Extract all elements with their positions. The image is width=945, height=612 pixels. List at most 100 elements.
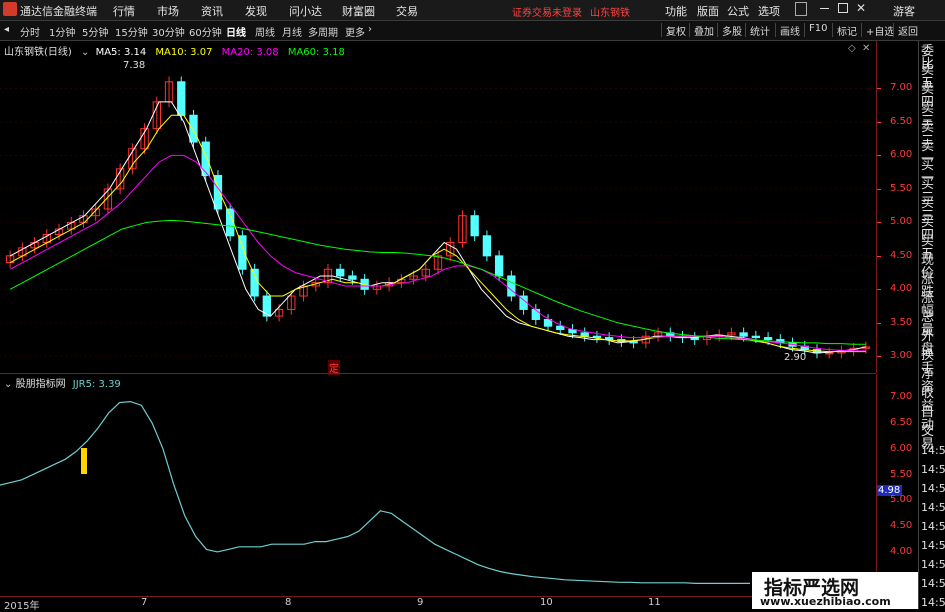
main-y-tick: 4.50 <box>890 249 913 261</box>
menu-bar: 通达信金融终端 行情 市场 资讯 发现 问小达 财富圈 交易 证券交易未登录 山… <box>0 0 945 21</box>
button-add-watchlist[interactable]: +自选 <box>861 23 894 38</box>
diamond-icon[interactable]: ◇ <box>848 43 856 54</box>
candle-body <box>507 275 516 297</box>
button-statistics[interactable]: 统计 <box>745 23 770 38</box>
watermark: 指标严选网 www.xuezhibiao.com <box>752 572 918 609</box>
main-y-tick-mark <box>877 322 881 324</box>
indicator-y-tick: 4.00 <box>890 545 913 557</box>
button-back[interactable]: 返回 <box>893 23 918 38</box>
indicator-y-axis: 7.006.506.005.505.004.504.003.50 <box>876 374 919 596</box>
ma5-line <box>9 101 866 354</box>
tab-period-15min[interactable]: 15分钟 <box>115 24 148 39</box>
tab-period-multi[interactable]: 多周期 <box>308 24 338 39</box>
main-y-tick-mark <box>877 188 881 190</box>
legend-ma5: MA5: 3.14 <box>95 47 147 58</box>
button-f10[interactable]: F10 <box>804 23 827 37</box>
tab-period-60min[interactable]: 60分钟 <box>189 24 222 39</box>
menu-options[interactable]: 选项 <box>758 3 780 19</box>
candle-body <box>751 335 761 339</box>
x-tick-2015: 2015年 <box>4 601 40 612</box>
quote-field-label: 14:56 <box>921 539 945 552</box>
app-logo-icon <box>3 2 17 16</box>
menu-item-markets[interactable]: 市场 <box>157 3 179 19</box>
maximize-icon[interactable] <box>838 3 848 13</box>
tab-period-daily[interactable]: 日线 <box>226 24 246 39</box>
main-y-tick: 5.50 <box>890 182 913 194</box>
indicator-y-tick: 6.00 <box>890 442 913 454</box>
tab-period-intraday[interactable]: 分时 <box>20 24 40 39</box>
button-multi-stock[interactable]: 多股 <box>717 23 742 38</box>
yellow-signal-bar <box>81 448 87 474</box>
menu-item-news[interactable]: 资讯 <box>201 3 223 19</box>
menu-item-market[interactable]: 行情 <box>113 3 135 19</box>
main-y-tick: 4.00 <box>890 283 913 295</box>
jjr5-line <box>0 400 750 584</box>
menu-item-wealth[interactable]: 财富圈 <box>342 3 375 19</box>
button-overlay[interactable]: 叠加 <box>689 23 714 38</box>
mail-icon[interactable] <box>795 2 807 16</box>
main-y-tick-mark <box>877 289 881 291</box>
candle-body <box>177 81 186 116</box>
quote-field-label: 14:56 <box>921 520 945 533</box>
candle-body <box>348 275 357 280</box>
main-chart-title: 山东钢铁(日线) <box>4 47 72 58</box>
main-kline-panel[interactable]: 山东钢铁(日线) ⌄ MA5: 3.14 MA10: 3.07 MA20: 3.… <box>0 41 876 375</box>
menu-item-trade[interactable]: 交易 <box>396 3 418 19</box>
x-tick-7: 7 <box>141 597 148 608</box>
ma60-line <box>9 219 866 345</box>
candle-body <box>494 255 504 277</box>
tab-period-weekly[interactable]: 周线 <box>255 24 275 39</box>
quote-field-label: 14:56 <box>921 444 945 457</box>
tab-period-5min[interactable]: 5分钟 <box>82 24 108 39</box>
main-y-tick-mark <box>877 121 881 123</box>
main-kline-chart[interactable] <box>0 41 876 373</box>
main-y-tick-mark <box>877 155 881 157</box>
indicator-panel[interactable]: ⌄ 股朋指标网 JJR5: 3.39 4.98 <box>0 374 903 596</box>
indicator-y-tick: 5.00 <box>890 494 913 506</box>
button-draw[interactable]: 画线 <box>775 23 800 38</box>
tab-period-more[interactable]: 更多 <box>345 24 365 39</box>
tab-period-1min[interactable]: 1分钟 <box>49 24 75 39</box>
indicator-title: 股朋指标网 <box>15 379 66 390</box>
main-y-tick: 6.50 <box>890 115 913 127</box>
menu-item-ask[interactable]: 问小达 <box>289 3 322 19</box>
candle-body <box>580 332 589 337</box>
menu-item-discover[interactable]: 发现 <box>245 3 267 19</box>
legend-ma10: MA10: 3.07 <box>155 47 213 58</box>
tab-period-30min[interactable]: 30分钟 <box>152 24 185 39</box>
toolbar-prev-icon[interactable]: ◂ <box>4 24 9 35</box>
indicator-y-tick: 6.50 <box>890 417 913 429</box>
minimize-icon[interactable] <box>820 8 829 9</box>
main-y-tick-mark <box>877 356 881 358</box>
stock-name-top: 山东钢铁 <box>590 8 630 19</box>
menu-formula[interactable]: 公式 <box>727 3 749 19</box>
candle-body <box>763 337 773 341</box>
candle-body <box>250 268 259 297</box>
tab-period-monthly[interactable]: 月线 <box>282 24 302 39</box>
chevron-right-icon[interactable]: › <box>368 24 372 35</box>
button-adjust[interactable]: 复权 <box>661 23 686 38</box>
main-y-tick: 7.00 <box>890 82 913 94</box>
watermark-url: www.xuezhibiao.com <box>760 595 891 608</box>
candle-body <box>470 215 479 237</box>
main-y-tick: 6.00 <box>890 149 913 161</box>
legend-jjr5: JJR5: 3.39 <box>72 379 121 390</box>
guest-label[interactable]: 游客 <box>893 3 915 19</box>
close-icon[interactable]: ✕ <box>856 1 866 15</box>
indicator-chart[interactable] <box>0 374 876 596</box>
main-y-tick-mark <box>877 255 881 257</box>
collapse-icon[interactable]: ⌄ <box>81 47 89 58</box>
main-y-tick-mark <box>877 88 881 90</box>
x-tick-10: 10 <box>540 597 553 608</box>
low-label: 2.90 <box>784 352 807 363</box>
menu-layout[interactable]: 版面 <box>697 3 719 19</box>
panel-close-icon[interactable]: ✕ <box>862 43 870 54</box>
main-chart-header: 山东钢铁(日线) ⌄ MA5: 3.14 MA10: 3.07 MA20: 3.… <box>4 43 345 58</box>
quote-field-label: 14:56 <box>921 596 945 609</box>
candle-body <box>226 208 235 237</box>
indicator-collapse-icon[interactable]: ⌄ <box>4 379 12 390</box>
main-y-tick: 3.00 <box>890 350 913 362</box>
button-mark[interactable]: 标记 <box>832 23 857 38</box>
candle-body <box>482 235 492 257</box>
menu-function[interactable]: 功能 <box>665 3 687 19</box>
